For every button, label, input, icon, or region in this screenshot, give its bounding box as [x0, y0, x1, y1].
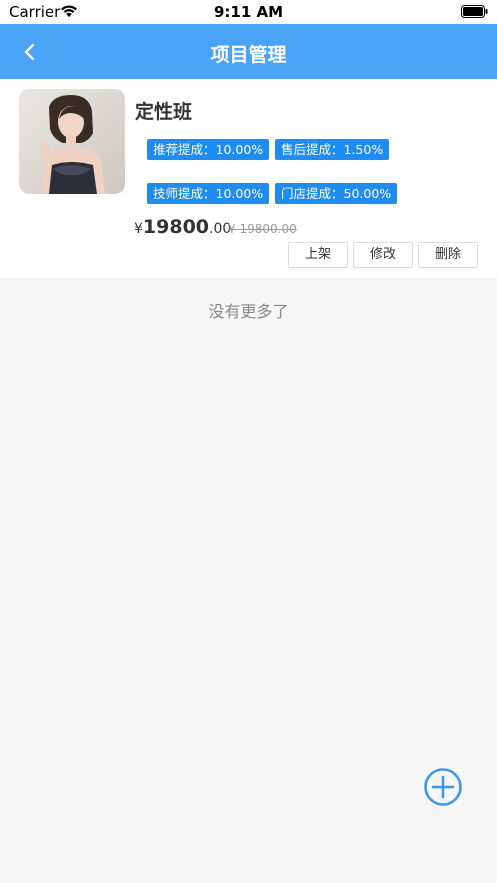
- project-name: 定性班: [135, 101, 193, 123]
- commission-tag-after-sales: 售后提成：1.50%: [275, 139, 390, 160]
- commission-tag-store: 门店提成：50.00%: [275, 183, 398, 204]
- shelf-button[interactable]: 上架: [288, 242, 348, 268]
- current-price: ¥19800.00: [134, 216, 231, 238]
- plus-circle-icon[interactable]: [423, 767, 463, 807]
- commission-tag-referral: 推荐提成：10.00%: [147, 139, 270, 160]
- project-card[interactable]: 定性班 推荐提成：10.00% 售后提成：1.50% 技师提成：10.00% 门…: [0, 79, 497, 278]
- list-end-text: 没有更多了: [208, 302, 289, 321]
- edit-button[interactable]: 修改: [353, 242, 413, 268]
- original-price: ¥ 19800.00: [228, 222, 297, 236]
- delete-button[interactable]: 删除: [418, 242, 478, 268]
- page-title: 项目管理: [210, 44, 287, 66]
- commission-tag-technician: 技师提成：10.00%: [147, 183, 270, 204]
- battery-icon: [461, 5, 488, 18]
- navigation-bar: 项目管理: [0, 24, 497, 79]
- status-time: 9:11 AM: [213, 3, 284, 21]
- price-integer: 19800: [142, 216, 210, 238]
- currency-symbol: ¥: [134, 221, 143, 237]
- status-bar: Carrier 9:11 AM: [0, 0, 497, 24]
- project-thumbnail: [19, 89, 125, 194]
